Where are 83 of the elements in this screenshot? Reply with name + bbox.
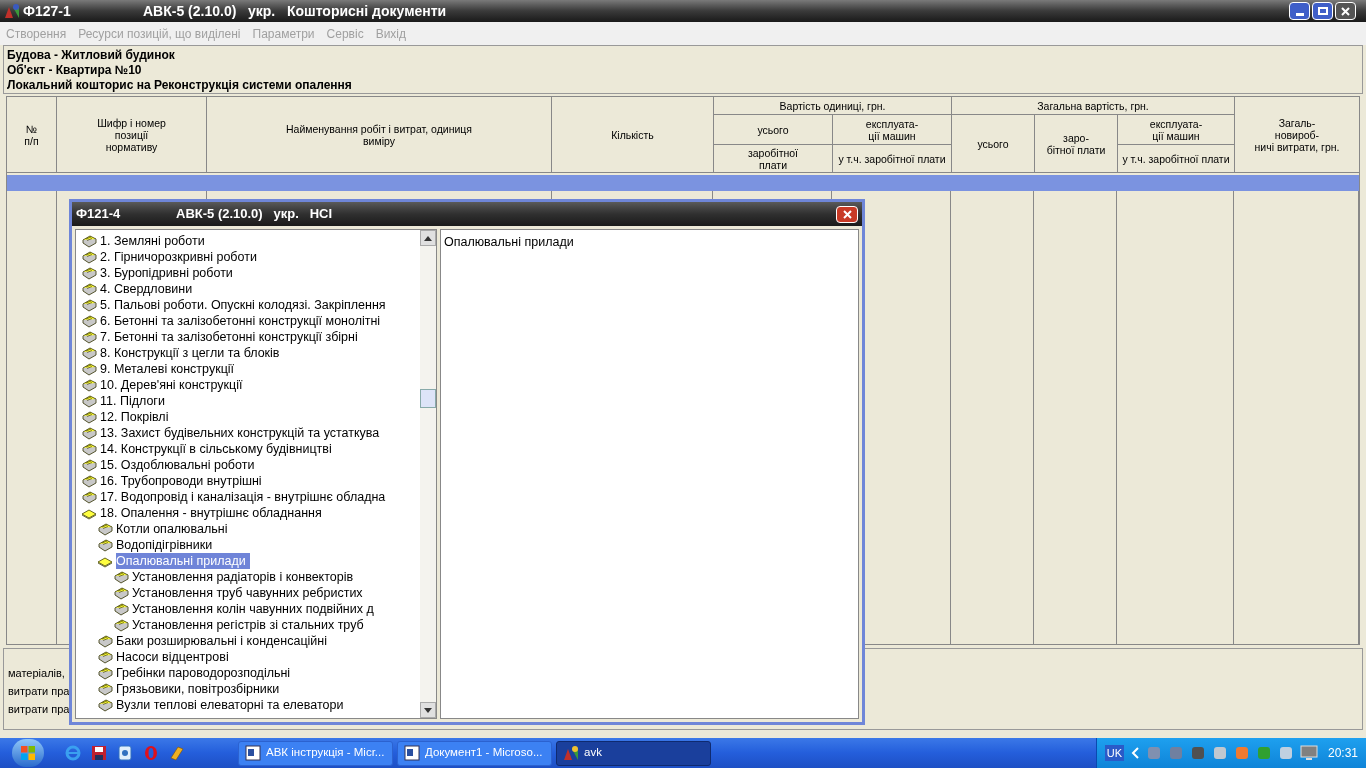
monitor-icon[interactable] [1299,745,1318,761]
tree-item[interactable]: Установлення труб чавунних ребристих [132,585,367,601]
arrow-down-icon[interactable] [424,707,432,713]
window-title: АВК-5 (2.10.0) укр. Кошторисні документи [143,1,447,21]
tree-item[interactable]: 2. Гірничорозкривні роботи [100,249,261,265]
close-icon [842,209,852,219]
tree-item[interactable]: 10. Дерев'яні конструкції [100,377,247,393]
tree-item[interactable]: Установлення колін чавунних подвійних д [132,601,378,617]
language-indicator[interactable]: UK [1104,744,1124,762]
close-icon [1341,6,1350,16]
summary-text: витрати пра [8,685,70,697]
tree-item[interactable]: 9. Металеві конструкції [100,361,239,377]
column-header: експлуата- ції машин [833,115,952,145]
info-line: Об'єкт - Квартира №10 [7,63,143,78]
browser-icon[interactable] [142,744,160,762]
start-button[interactable] [12,739,44,767]
tree-item[interactable]: 13. Захист будівельних конструкцій та устаткува [100,425,384,441]
column-header: Кількість [552,97,714,173]
column-header: заробітної плати [714,145,833,173]
window-code: Ф127-1 [23,1,72,21]
tree-item[interactable]: 1. Земляні роботи [100,233,209,249]
column-header: у т.ч. заробітної плати [1118,145,1235,173]
tree-item[interactable]: Вузли теплові елеваторні та елеватори [116,697,348,713]
column-header: у т.ч. заробітної плати [833,145,952,173]
tree-item[interactable]: 12. Покрівлі [100,409,173,425]
app-logo-icon [563,745,579,761]
tree-item[interactable]: Установлення радіаторів і конвекторів [132,569,358,585]
tree-item[interactable]: Установлення регістрів зі стальних труб [132,617,368,633]
column-header: усього [952,115,1035,173]
tree-item[interactable]: 11. Підлоги [100,393,169,409]
tree-item[interactable]: Баки розширювальні і конденсаційні [116,633,331,649]
tree-item[interactable]: 3. Буропідривні роботи [100,265,237,281]
taskbar-button[interactable]: АВК інструкція - Micr... [238,740,393,766]
column-header: Вартість одиниці, грн. [714,97,952,115]
summary-text: матеріалів, [8,667,65,679]
column-header: Шифр і номер позиції нормативу [57,97,207,173]
app-logo-icon [4,3,20,19]
column-header: Найменування робіт і витрат, одиниця виміру [207,97,552,173]
tree-item[interactable]: 6. Бетонні та залізобетонні конструкції монолітні [100,313,385,329]
taskbar-button[interactable]: Документ1 - Microso... [397,740,552,766]
column-header: експлуата- ції машин [1118,115,1235,145]
minimize-button[interactable] [1289,2,1310,20]
clock: 20:31 [1327,745,1358,762]
tree-item[interactable]: Водопідігрівники [116,537,217,553]
tree-item[interactable]: 7. Бетонні та залізобетонні конструкції збірні [100,329,362,345]
summary-text: витрати пра [8,703,70,715]
arrow-up-icon[interactable] [424,235,432,241]
detail-text: Опалювальні прилади [444,235,574,249]
tree-item[interactable]: Опалювальні прилади [116,553,250,569]
word-document-icon [245,745,261,761]
close-button[interactable] [836,205,858,223]
dialog-code: Ф121-4 [76,205,122,224]
column-header: Загальна вартість, грн. [952,97,1235,115]
column-header: Загаль- новироб- ничі витрати, грн. [1235,97,1360,173]
document-icon[interactable] [116,744,134,762]
column-header: усього [714,115,833,145]
taskbar-button[interactable]: avk [556,740,711,766]
chevron-left-icon[interactable] [1129,747,1140,759]
tree-item[interactable]: Котли опалювальні [116,521,232,537]
browser-icon[interactable] [64,744,82,762]
scrollbar-thumb[interactable] [420,389,436,408]
dialog-title: АВК-5 (2.10.0) укр. НСІ [176,205,333,224]
tree-item[interactable]: Гребінки пароводорозподільні [116,665,295,681]
maximize-button[interactable] [1312,2,1333,20]
save-icon[interactable] [90,744,108,762]
info-line: Будова - Житловий будинок [7,48,176,63]
tree-item[interactable]: 14. Конструкції в сільському будівництві [100,441,336,457]
tree-item[interactable]: 15. Оздоблювальні роботи [100,457,259,473]
scrollbar[interactable] [420,230,436,718]
column-header: № п/п [7,97,57,173]
tree-item[interactable]: 17. Водопровід і каналізація - внутрішнє обладна [100,489,390,505]
flag-logo-icon [20,745,36,761]
tree-item[interactable]: 4. Свердловини [100,281,197,297]
tree-item[interactable]: Грязьовики, повітрозбірники [116,681,284,697]
column-header: заро- бітної плати [1035,115,1118,173]
info-line: Локальний кошторис на Реконструкція системи опалення [7,78,353,93]
tree-item[interactable]: 8. Конструкції з цегли та блоків [100,345,284,361]
close-button[interactable] [1335,2,1356,20]
word-document-icon [404,745,420,761]
tree-item[interactable]: Насоси відцентрові [116,649,233,665]
tree-item[interactable]: 5. Пальові роботи. Опускні колодязі. Закріплення [100,297,390,313]
tree-item[interactable]: 16. Трубопроводи внутрішні [100,473,266,489]
tree-item[interactable]: 18. Опалення - внутрішнє обладнання [100,505,326,521]
